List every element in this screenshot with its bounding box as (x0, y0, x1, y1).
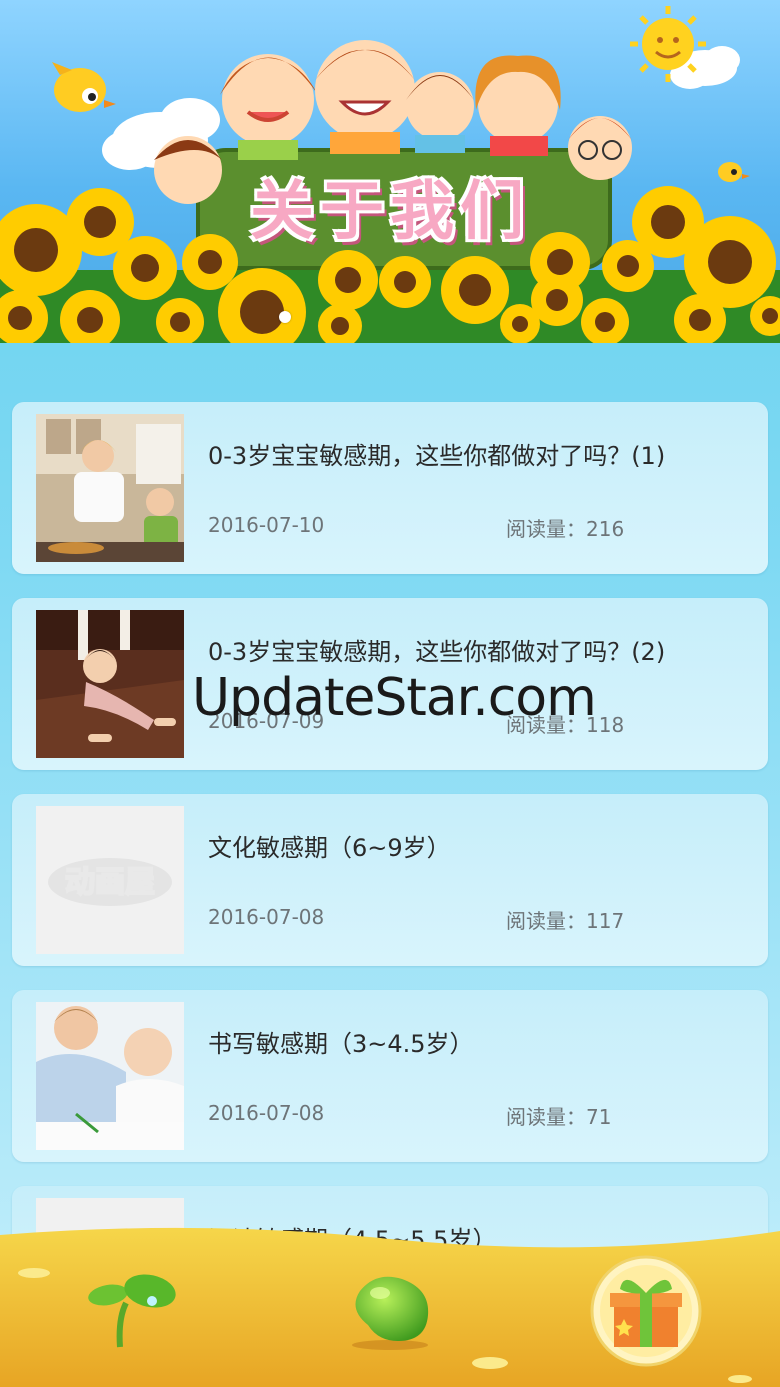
sprout-nav-button[interactable] (84, 1269, 180, 1349)
gift-nav-button[interactable] (590, 1255, 702, 1367)
bottom-nav-bar (0, 1225, 780, 1387)
article-title: 书写敏感期（3~4.5岁） (208, 1030, 474, 1058)
article-date: 2016-07-08 (208, 905, 325, 929)
article-date: 2016-07-10 (208, 513, 325, 537)
article-view-count: 阅读量：71 (506, 1105, 612, 1129)
article-thumbnail (36, 1002, 184, 1150)
article-thumbnail (36, 414, 184, 562)
placeholder-logo: 动画屋 (36, 806, 184, 954)
bean-icon (352, 1276, 429, 1350)
father-child-writing-photo (36, 1002, 184, 1150)
article-thumbnail: 动画屋 (36, 806, 184, 954)
article-card[interactable]: 书写敏感期（3~4.5岁） 2016-07-08 阅读量：71 (12, 990, 768, 1162)
crawling-child-photo (36, 610, 184, 758)
article-title: 0-3岁宝宝敏感期，这些你都做对了吗？(2) (208, 638, 666, 666)
bird-icon (52, 62, 116, 112)
article-card[interactable]: 0-3岁宝宝敏感期，这些你都做对了吗？(2) 2016-07-09 阅读量：11… (12, 598, 768, 770)
article-date: 2016-07-08 (208, 1101, 325, 1125)
article-title: 文化敏感期（6~9岁） (208, 834, 451, 862)
article-view-count: 阅读量：117 (506, 909, 625, 933)
gift-icon (590, 1255, 702, 1367)
placeholder-logo-text: 动画屋 (65, 865, 155, 900)
header-banner[interactable]: 关于我们 (0, 0, 780, 343)
article-date: 2016-07-09 (208, 709, 325, 733)
article-card[interactable]: 动画屋 文化敏感期（6~9岁） 2016-07-08 阅读量：117 (12, 794, 768, 966)
article-thumbnail (36, 610, 184, 758)
bean-nav-button[interactable] (346, 1273, 434, 1351)
sprout-icon (88, 1274, 176, 1348)
article-title: 0-3岁宝宝敏感期，这些你都做对了吗？(1) (208, 442, 666, 470)
article-view-count: 阅读量：118 (506, 713, 625, 737)
article-card[interactable]: 0-3岁宝宝敏感期，这些你都做对了吗？(1) 2016-07-10 阅读量：21… (12, 402, 768, 574)
article-view-count: 阅读量：216 (506, 517, 625, 541)
mother-cooking-photo (36, 414, 184, 562)
sun-icon (630, 6, 706, 82)
carousel-page-indicator[interactable] (279, 311, 291, 323)
banner-title: 关于我们 (250, 175, 530, 249)
